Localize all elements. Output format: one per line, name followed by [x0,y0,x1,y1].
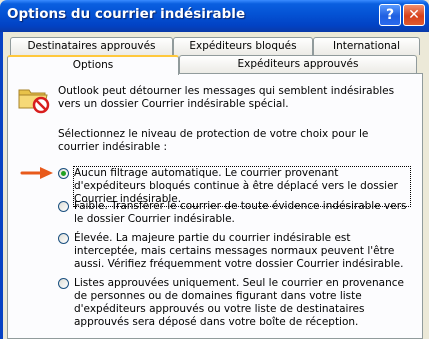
instructions-text: Sélectionnez le niveau de protection de … [58,128,369,153]
pointer-arrow-icon [20,167,53,179]
tab-options[interactable]: Options [7,55,179,75]
radio-label-listes[interactable]: Listes approuvées uniquement. Seul le co… [74,277,410,329]
tab-expediteurs-bloques[interactable]: Expéditeurs bloqués [173,37,313,55]
radio-label-faible[interactable]: Faible. Transférer le courrier de toute … [74,200,410,226]
close-button[interactable]: ✕ [403,4,425,26]
window-title: Options du courrier indésirable [7,6,246,22]
tab-expediteurs-approuves[interactable]: Expéditeurs approuvés [179,55,417,73]
radio-label-elevee[interactable]: Élevée. La majeure partie du courrier in… [74,232,410,271]
folder-icon [18,89,50,114]
intro-text: Outlook peut détourner les messages qui … [58,85,395,110]
radio-button-elevee[interactable] [58,233,69,244]
title-bar: Options du courrier indésirable ? ✕ [0,0,429,32]
help-button[interactable]: ? [379,4,401,26]
radio-button-aucun[interactable] [58,168,69,179]
radio-button-listes[interactable] [58,278,69,289]
tab-international[interactable]: International [313,37,420,55]
tab-destinataires-approuves[interactable]: Destinataires approuvés [10,37,173,55]
no-sign-icon [32,96,50,114]
radio-button-faible[interactable] [58,201,69,212]
